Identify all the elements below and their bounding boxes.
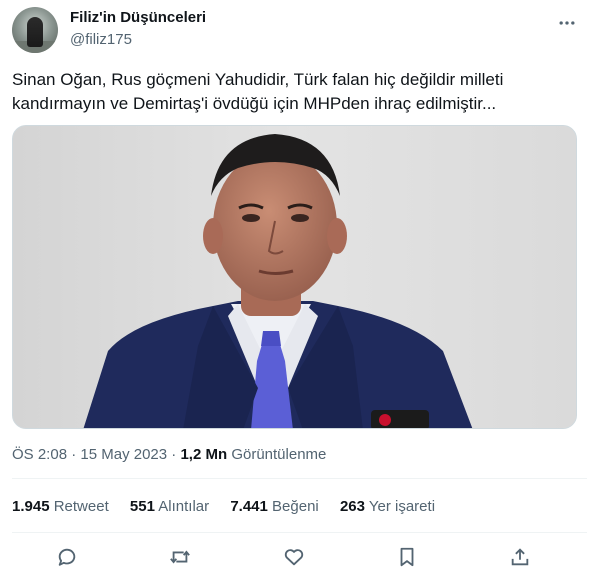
views-label: Görüntülenme (231, 446, 327, 463)
action-bar (0, 540, 599, 574)
divider (12, 478, 587, 479)
tweet-stats: 1.945 Retweet 551 Alıntılar 7.441 Beğeni… (12, 498, 452, 515)
tweet-text: Sinan Oğan, Rus göçmeni Yahudidir, Türk … (12, 68, 582, 116)
tweet-meta: ÖS 2:08 · 15 May 2023 · 1,2 Mn Görüntüle… (12, 446, 326, 463)
views-count: 1,2 Mn (180, 446, 228, 463)
retweet-icon[interactable] (168, 545, 192, 569)
retweets-count: 1.945 (12, 498, 50, 515)
likes-count: 7.441 (230, 498, 268, 515)
tweet-text-line: kandırmayın ve Demirtaş'i övdüğü için MH… (12, 94, 497, 113)
meta-separator: · (71, 446, 77, 463)
likes-stat[interactable]: 7.441 Beğeni (230, 498, 318, 515)
tweet-media-photo[interactable] (12, 125, 577, 429)
photo-of-man-in-suit (13, 126, 576, 428)
meta-separator: · (171, 446, 177, 463)
author-handle[interactable]: @filiz175 (70, 31, 132, 48)
quotes-count: 551 (129, 498, 155, 515)
reply-icon[interactable] (55, 545, 79, 569)
more-options-icon[interactable] (554, 10, 580, 36)
tweet-card: Filiz'in Düşünceleri @filiz175 Sinan Oğa… (0, 0, 599, 576)
divider (12, 532, 587, 533)
tweet-text-line: Sinan Oğan, Rus göçmeni Yahudidir, Türk … (12, 70, 504, 89)
like-icon[interactable] (282, 545, 306, 569)
retweets-stat[interactable]: 1.945 Retweet (12, 498, 109, 515)
bookmarks-label: Yer işareti (368, 498, 436, 515)
bookmark-icon[interactable] (395, 545, 419, 569)
retweets-label: Retweet (53, 498, 109, 515)
share-icon[interactable] (508, 545, 532, 569)
likes-label: Beğeni (272, 498, 319, 515)
tweet-date[interactable]: 15 May 2023 (80, 446, 167, 463)
bookmarks-count: 263 (339, 498, 365, 515)
bookmarks-stat[interactable]: 263 Yer işareti (340, 498, 435, 515)
quotes-label: Alıntılar (158, 498, 210, 515)
tweet-time[interactable]: ÖS 2:08 (12, 446, 67, 463)
author-name[interactable]: Filiz'in Düşünceleri (70, 9, 206, 26)
avatar-figure (27, 17, 43, 47)
avatar[interactable] (12, 7, 58, 53)
quotes-stat[interactable]: 551 Alıntılar (130, 498, 209, 515)
